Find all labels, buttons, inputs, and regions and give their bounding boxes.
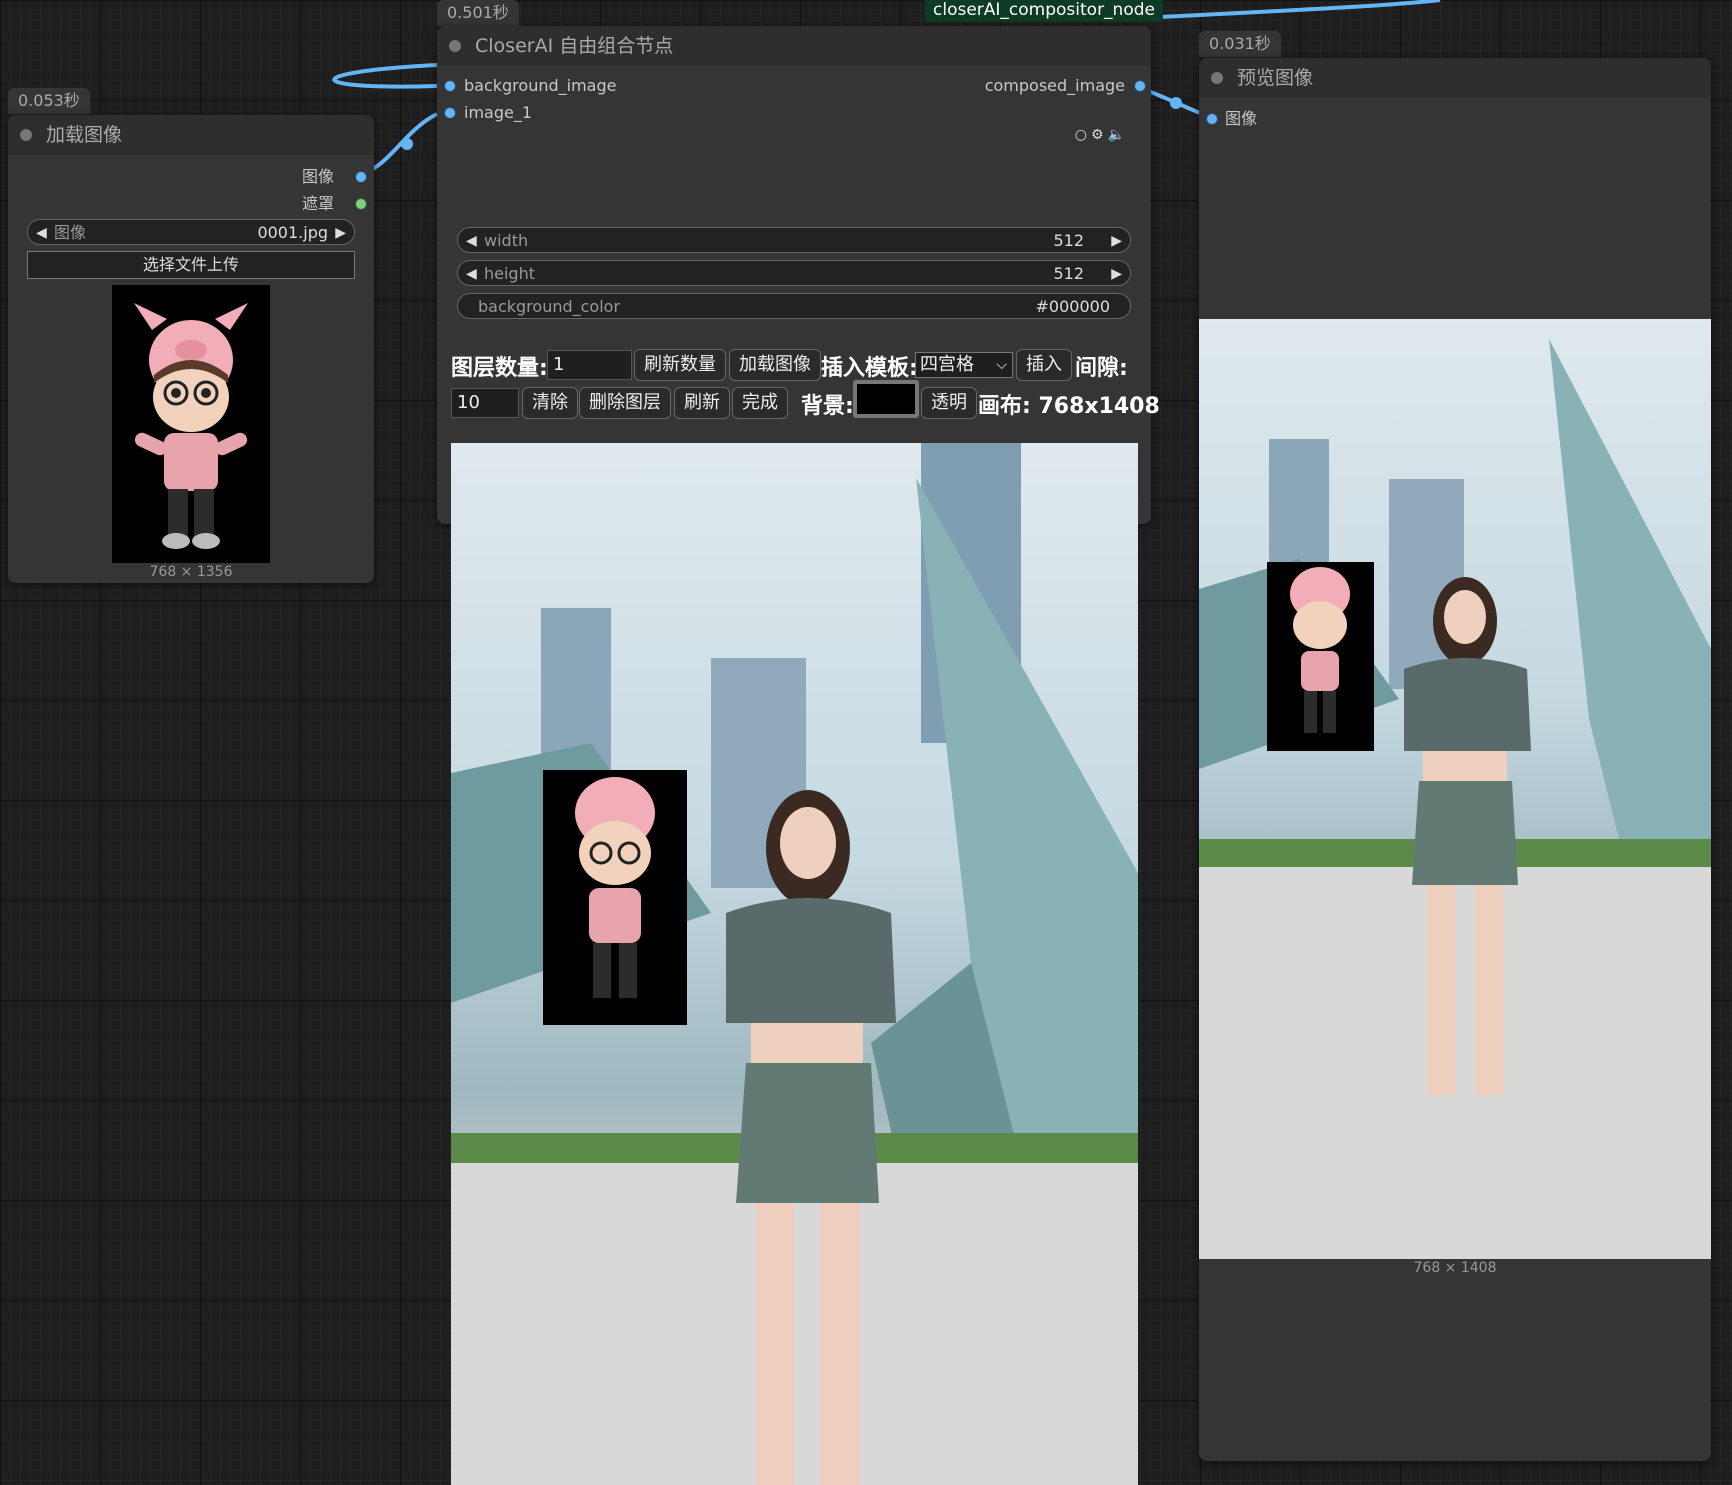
height-increment-icon[interactable]: ▶ [1111, 261, 1122, 287]
wire-reroute-dot [401, 138, 413, 150]
output-label-image: 图像 [301, 167, 334, 186]
height-value: 512 [1053, 264, 1084, 283]
width-increment-icon[interactable]: ▶ [1111, 228, 1122, 254]
refresh-count-button[interactable]: 刷新数量 [634, 349, 726, 381]
preview-image-node[interactable]: 预览图像 图像 768 × 1408 [1199, 58, 1711, 1461]
input-dot-image-1[interactable] [445, 108, 455, 118]
transparent-button[interactable]: 透明 [921, 387, 977, 419]
load-image-button[interactable]: 加载图像 [729, 349, 821, 381]
wire-label: closerAI_compositor_node [925, 0, 1163, 22]
background-label: 背景: [801, 394, 854, 419]
next-arrow-icon[interactable]: ▶ [335, 220, 346, 246]
collapse-dot-icon[interactable] [1211, 72, 1223, 84]
collapse-dot-icon[interactable] [20, 129, 32, 141]
input-dot-image[interactable] [1207, 114, 1217, 124]
speaker-icon[interactable]: 🔈 [1108, 127, 1129, 143]
load-node-title-bar[interactable]: 加载图像 [8, 115, 374, 155]
background-color-widget[interactable]: background_color #000000 [457, 293, 1131, 319]
load-node-timing: 0.053秒 [8, 88, 90, 114]
image-widget-value: 0001.jpg [257, 223, 328, 242]
scene-illustration [451, 443, 1138, 1485]
collapse-dot-icon[interactable] [449, 40, 461, 52]
delete-layer-button[interactable]: 删除图层 [579, 387, 671, 419]
height-decrement-icon[interactable]: ◀ [466, 261, 477, 287]
template-select[interactable]: 四宫格 ⌵ [915, 352, 1013, 378]
canvas-size-label: 画布: 768x1408 [978, 394, 1160, 419]
background-color-value: #000000 [1035, 297, 1110, 316]
preview-output-image [1199, 319, 1711, 1259]
height-widget[interactable]: ◀ height 512 ▶ [457, 260, 1131, 286]
circle-icon[interactable]: ○ [1075, 127, 1091, 143]
chibi-character-figure [134, 303, 248, 549]
image-widget-label: 图像 [54, 223, 87, 242]
wire-to-background-image [332, 63, 438, 89]
width-widget[interactable]: ◀ width 512 ▶ [457, 227, 1131, 253]
preview-node-timing: 0.031秒 [1199, 31, 1281, 57]
refresh-button[interactable]: 刷新 [674, 387, 730, 419]
spacing-input[interactable]: 10 [451, 388, 519, 418]
load-image-thumbnail [112, 285, 270, 563]
height-label: height [484, 264, 535, 283]
insert-button[interactable]: 插入 [1016, 349, 1072, 381]
input-label-image-1: image_1 [464, 103, 533, 122]
wire-top-right [1139, 0, 1441, 20]
width-value: 512 [1053, 231, 1084, 250]
done-button[interactable]: 完成 [732, 387, 788, 419]
layer-count-input[interactable]: 1 [547, 350, 632, 380]
output-slot-image[interactable]: 图像 [302, 167, 334, 187]
output-dot-composed-image[interactable] [1135, 81, 1145, 91]
output-slot-mask[interactable]: 遮罩 [302, 194, 334, 214]
wire-reroute-dot-2 [1170, 97, 1182, 109]
node-status-icons: ○⚙🔈 [1075, 127, 1129, 143]
input-slot-image-1[interactable]: image_1 [464, 103, 532, 123]
image-file-widget[interactable]: ◀ 图像 0001.jpg ▶ [27, 219, 355, 245]
compositor-node-title-bar[interactable]: CloserAI 自由组合节点 [437, 26, 1151, 66]
load-node-title: 加载图像 [46, 124, 123, 146]
output-dot-mask[interactable] [356, 199, 366, 209]
template-select-value: 四宫格 [920, 354, 974, 375]
output-label-composed-image: composed_image [984, 76, 1125, 95]
background-color-label: background_color [478, 297, 621, 316]
width-decrement-icon[interactable]: ◀ [466, 228, 477, 254]
insert-template-label: 插入模板: [821, 356, 918, 381]
prev-arrow-icon[interactable]: ◀ [36, 220, 47, 246]
spacing-label: 间隙: [1075, 356, 1128, 381]
input-dot-background-image[interactable] [445, 81, 455, 91]
input-label-background-image: background_image [464, 76, 617, 95]
compositor-canvas-preview[interactable] [451, 443, 1138, 1485]
preview-scene-illustration [1199, 339, 1711, 1259]
width-label: width [484, 231, 529, 250]
preview-node-title: 预览图像 [1237, 67, 1314, 89]
preview-node-title-bar[interactable]: 预览图像 [1199, 58, 1711, 98]
input-slot-image[interactable]: 图像 [1225, 109, 1257, 129]
layer-count-label: 图层数量: [451, 356, 548, 381]
clear-button[interactable]: 清除 [522, 387, 578, 419]
output-label-mask: 遮罩 [301, 194, 334, 213]
preview-image-dimensions: 768 × 1408 [1413, 1260, 1497, 1276]
input-slot-background-image[interactable]: background_image [464, 76, 616, 96]
chevron-down-icon: ⌵ [996, 357, 1007, 373]
background-swatch[interactable] [853, 380, 919, 418]
compositor-node-title: CloserAI 自由组合节点 [475, 35, 674, 57]
output-dot-image[interactable] [356, 172, 366, 182]
load-image-node[interactable]: 加载图像 图像 遮罩 ◀ 图像 0001.jpg ▶ 选择文件上传 768 × … [8, 115, 374, 583]
output-slot-composed-image[interactable]: composed_image [985, 76, 1125, 96]
load-image-dimensions: 768 × 1356 [149, 564, 233, 580]
gear-icon[interactable]: ⚙ [1091, 127, 1108, 143]
compositor-node-timing: 0.501秒 [437, 0, 519, 26]
upload-button[interactable]: 选择文件上传 [27, 251, 355, 279]
input-label-image: 图像 [1225, 109, 1258, 128]
